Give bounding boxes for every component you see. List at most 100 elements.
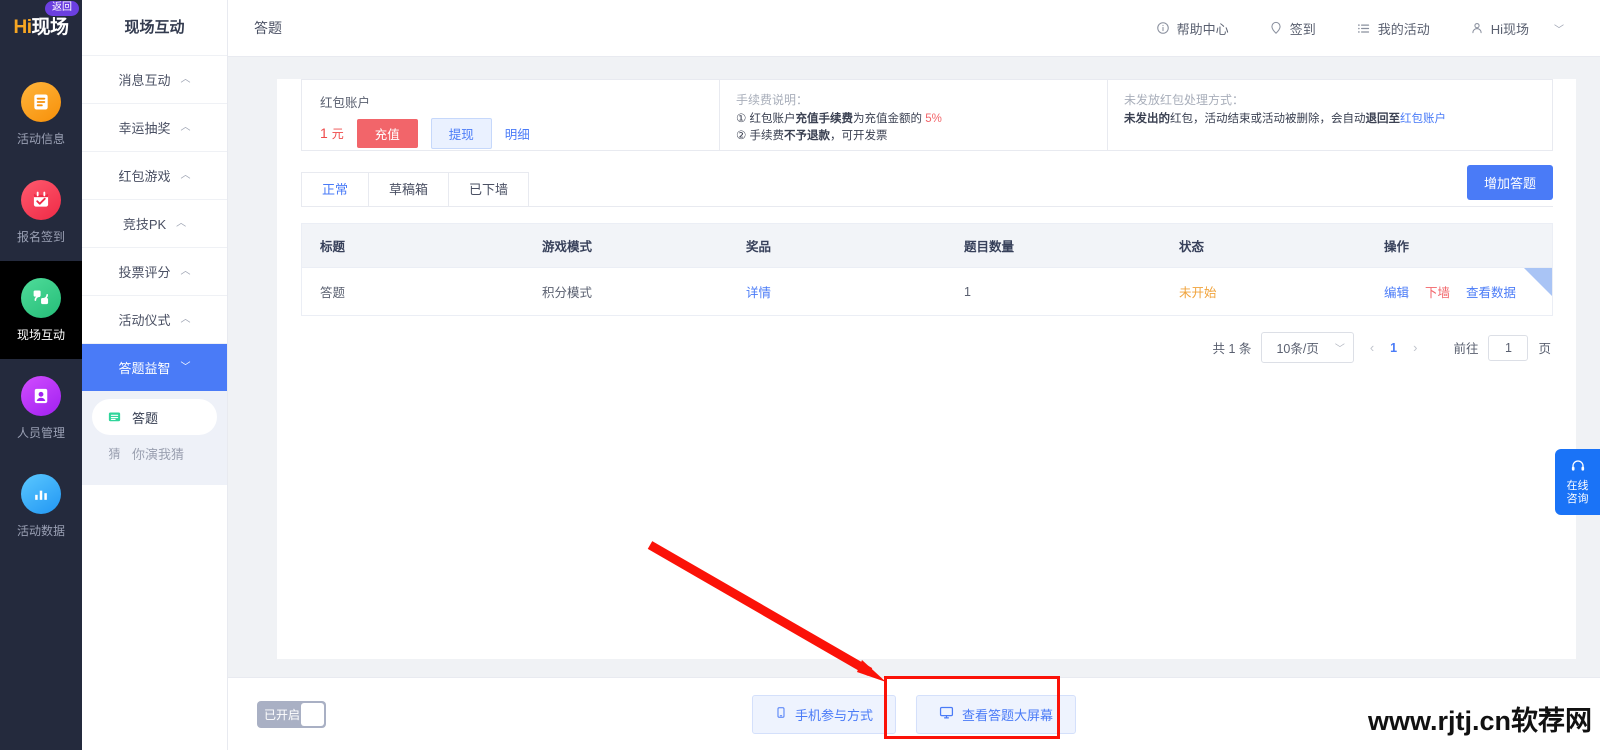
online-consult-widget[interactable]: 在线 咨询 xyxy=(1555,449,1600,515)
fee-line1-pre: ① 红包账户 xyxy=(736,113,796,125)
unsent-packet-policy: 未发放红包处理方式： 未发出的红包，活动结束或活动被删除，会自动退回至红包账户 xyxy=(1108,80,1552,150)
sidebar-item-live-interaction[interactable]: 现场互动 xyxy=(0,261,82,359)
cell-mode: 积分模式 xyxy=(524,267,728,316)
header-item-my-activities[interactable]: 我的活动 xyxy=(1356,19,1430,38)
chevron-up-icon: ︿ xyxy=(180,169,191,181)
cell-question-count: 1 xyxy=(946,267,1161,316)
chevron-up-icon: ︿ xyxy=(180,265,191,277)
detail-link[interactable]: 明细 xyxy=(505,124,530,143)
nav-submenu: 答题 猜 你演我猜 xyxy=(82,391,227,485)
nav-item-activity-ceremony[interactable]: 活动仪式 ︿ xyxy=(82,295,227,343)
tab-removed[interactable]: 已下墙 xyxy=(448,172,530,206)
fee-line2-pre: ② 手续费 xyxy=(736,130,785,142)
annotation-highlight-box xyxy=(884,676,1060,739)
pagination: 共 1 条 10条/页 ﹀ ‹ 1 › 前往 页 xyxy=(301,332,1551,363)
column-header-operations: 操作 xyxy=(1366,224,1552,268)
red-packet-account-title: 红包账户 xyxy=(320,96,371,110)
tab-bar: 正常 草稿箱 已下墙 增加答题 xyxy=(301,165,1553,207)
nav-item-lucky-draw[interactable]: 幸运抽奖 ︿ xyxy=(82,103,227,151)
table-row: 答题 积分模式 详情 1 未开始 编辑 下墙 查看数据 xyxy=(302,267,1552,316)
chevron-up-icon: ︿ xyxy=(180,121,191,133)
header-item-checkin[interactable]: 签到 xyxy=(1269,19,1316,38)
interaction-icon xyxy=(21,277,61,318)
nav-item-label: 红包游戏 xyxy=(118,169,171,184)
page-number-1[interactable]: 1 xyxy=(1390,341,1397,355)
balance-unit: 元 xyxy=(331,127,344,141)
red-packet-actions: 1 元 充值 提现 明细 xyxy=(320,118,719,149)
sidebar-label: 人员管理 xyxy=(16,425,65,440)
balance-value: 1 xyxy=(320,125,328,141)
sidebar-item-activity-data[interactable]: 活动数据 xyxy=(0,457,82,555)
prize-detail-link[interactable]: 详情 xyxy=(746,286,771,300)
edit-link[interactable]: 编辑 xyxy=(1384,282,1409,301)
cell-status: 未开始 xyxy=(1161,267,1366,316)
document-icon xyxy=(21,81,61,122)
nav-item-red-packet-game[interactable]: 红包游戏 ︿ xyxy=(82,151,227,199)
mobile-icon xyxy=(775,705,787,723)
sidebar-label: 现场互动 xyxy=(16,327,65,342)
header-user-menu[interactable]: Hi现场 ﹀ xyxy=(1470,19,1564,38)
column-header-status: 状态 xyxy=(1161,224,1366,268)
toggle-knob xyxy=(301,702,324,726)
table-header-row: 标题 游戏模式 奖品 题目数量 状态 操作 xyxy=(302,224,1552,268)
corner-ribbon-icon xyxy=(1524,268,1552,296)
calendar-check-icon xyxy=(21,179,61,220)
nav-subitem-quiz[interactable]: 答题 xyxy=(92,399,217,435)
tab-normal[interactable]: 正常 xyxy=(301,172,370,206)
add-quiz-button[interactable]: 增加答题 xyxy=(1466,165,1553,200)
right-gutter xyxy=(1590,57,1600,677)
red-packet-account-link[interactable]: 红包账户 xyxy=(1400,113,1446,125)
prev-page-button[interactable]: ‹ xyxy=(1364,340,1380,355)
chevron-up-icon: ︿ xyxy=(176,217,187,229)
toggle-label: 已开启 xyxy=(264,707,301,722)
red-packet-account: 红包账户 1 元 充值 提现 明细 xyxy=(302,80,720,150)
content-card: 红包账户 1 元 充值 提现 明细 手续费说明： ① 红包账户充值手续费为充值金… xyxy=(277,79,1576,659)
red-packet-panel: 红包账户 1 元 充值 提现 明细 手续费说明： ① 红包账户充值手续费为充值金… xyxy=(301,79,1553,151)
chevron-down-icon: ﹀ xyxy=(1554,24,1564,36)
nav-item-quiz-puzzle[interactable]: 答题益智 ﹀ xyxy=(82,343,227,391)
logo-text: Hi现场 xyxy=(13,17,69,38)
remove-from-wall-link[interactable]: 下墙 xyxy=(1425,282,1450,301)
logo-hi: Hi xyxy=(13,17,32,38)
header-item-help-center[interactable]: 帮助中心 xyxy=(1156,19,1229,38)
recharge-button[interactable]: 充值 xyxy=(356,119,418,148)
nav-item-label: 竞技PK xyxy=(122,217,167,232)
cell-prize: 详情 xyxy=(728,267,946,316)
nav-item-label: 活动仪式 xyxy=(118,313,171,328)
goto-page-input[interactable] xyxy=(1488,334,1529,361)
sidebar-item-people-management[interactable]: 人员管理 xyxy=(0,359,82,457)
quiz-table: 标题 游戏模式 奖品 题目数量 状态 操作 答题 积分模式 详情 1 未开始 编… xyxy=(301,223,1553,316)
sidebar-item-activity-info[interactable]: 活动信息 xyxy=(0,65,82,163)
mobile-participation-button[interactable]: 手机参与方式 xyxy=(751,694,896,734)
withdraw-button[interactable]: 提现 xyxy=(430,118,492,149)
nav-item-label: 答题益智 xyxy=(118,361,171,376)
page-size-select[interactable]: 10条/页 ﹀ xyxy=(1261,332,1354,363)
sidebar-label: 报名签到 xyxy=(16,229,65,244)
column-header-title: 标题 xyxy=(302,224,524,268)
unsent-heading: 未发放红包处理方式： xyxy=(1124,93,1245,107)
view-data-link[interactable]: 查看数据 xyxy=(1466,282,1516,301)
nav-item-message-interaction[interactable]: 消息互动 ︿ xyxy=(82,55,227,103)
sidebar-item-registration[interactable]: 报名签到 xyxy=(0,163,82,261)
nav-subitem-charades[interactable]: 猜 你演我猜 xyxy=(92,435,217,471)
brand-logo[interactable]: Hi现场 返回 xyxy=(0,0,82,55)
next-page-button[interactable]: › xyxy=(1407,340,1423,355)
enable-toggle[interactable]: 已开启 xyxy=(257,700,326,728)
column-header-mode: 游戏模式 xyxy=(524,224,728,268)
tab-drafts[interactable]: 草稿箱 xyxy=(368,172,450,206)
fee-line-1: ① 红包账户充值手续费为充值金额的 5% xyxy=(736,111,1107,128)
back-button[interactable]: 返回 xyxy=(45,1,79,16)
primary-sidebar-items: 活动信息 报名签到 现场互动 人员管理 活动数据 xyxy=(0,65,82,555)
fee-line1-mid: 为充值金额的 xyxy=(853,113,926,125)
unsent-bold-1: 未发出的 xyxy=(1124,113,1170,125)
chevron-down-icon: ﹀ xyxy=(1334,344,1345,355)
nav-item-vote-rating[interactable]: 投票评分 ︿ xyxy=(82,247,227,295)
nav-item-label: 消息互动 xyxy=(118,73,171,88)
guess-icon: 猜 xyxy=(108,446,121,461)
sidebar-label: 活动信息 xyxy=(16,131,65,146)
header-item-label: 帮助中心 xyxy=(1176,21,1229,37)
user-card-icon xyxy=(21,375,61,416)
nav-item-competition-pk[interactable]: 竞技PK ︿ xyxy=(82,199,227,247)
page-unit-label: 页 xyxy=(1538,342,1551,356)
cell-operations: 编辑 下墙 查看数据 xyxy=(1366,267,1552,316)
